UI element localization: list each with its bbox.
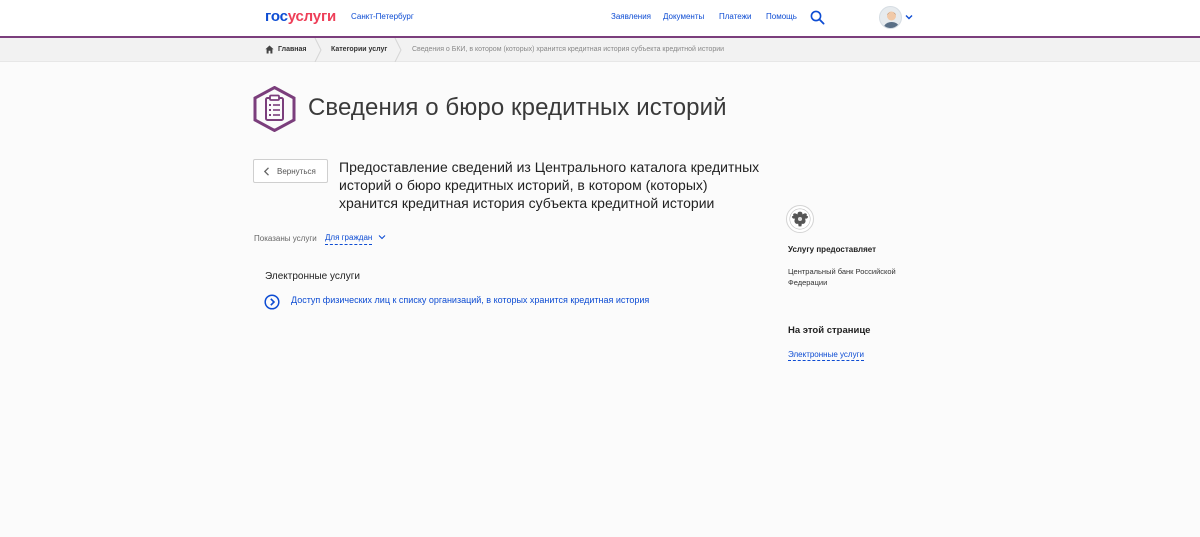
audience-selector[interactable]: Для граждан xyxy=(325,233,373,245)
emblem-icon xyxy=(786,205,814,233)
clipboard-icon xyxy=(253,86,296,132)
logo-uslugi: услуги xyxy=(287,8,337,25)
onpage-link-electronic-services[interactable]: Электронные услуги xyxy=(788,350,864,361)
page-title: Сведения о бюро кредитных историй xyxy=(308,94,727,121)
search-icon[interactable] xyxy=(810,10,825,25)
avatar[interactable] xyxy=(879,6,902,29)
chevron-down-icon[interactable] xyxy=(905,13,913,21)
logo-gos: гос xyxy=(265,8,288,25)
arrow-circle-right-icon[interactable] xyxy=(264,294,280,310)
home-icon xyxy=(265,45,274,54)
provider-heading: Услугу предоставляет xyxy=(788,245,877,254)
audience-label: Показаны услуги xyxy=(254,234,317,243)
user-icon xyxy=(883,11,900,28)
breadcrumb-separator xyxy=(314,38,322,62)
nav-applications[interactable]: Заявления xyxy=(611,12,651,21)
provider-name: Центральный банк Российской Федерации xyxy=(788,267,896,287)
logo[interactable]: госуслуги xyxy=(265,9,336,25)
nav-payments[interactable]: Платежи xyxy=(719,12,751,21)
nav-help[interactable]: Помощь xyxy=(766,12,797,21)
breadcrumb-current: Сведения о БКИ, в котором (которых) хран… xyxy=(412,46,725,53)
breadcrumb-home[interactable]: Главная xyxy=(278,46,306,53)
chevron-left-icon xyxy=(263,167,269,176)
back-button[interactable]: Вернуться xyxy=(253,159,328,183)
section-heading: Электронные услуги xyxy=(265,271,360,282)
city-selector[interactable]: Санкт-Петербург xyxy=(351,12,414,21)
site-header: госуслуги Санкт-Петербург Заявления Доку… xyxy=(0,0,1200,36)
onpage-heading: На этой странице xyxy=(788,325,871,336)
breadcrumb-categories[interactable]: Категории услуг xyxy=(331,46,387,53)
service-title: Предоставление сведений из Центрального … xyxy=(339,159,760,211)
back-button-label: Вернуться xyxy=(277,167,316,176)
nav-documents[interactable]: Документы xyxy=(663,12,704,21)
breadcrumb: Главная Категории услуг Сведения о БКИ, … xyxy=(0,38,1200,62)
service-link[interactable]: Доступ физических лиц к списку организац… xyxy=(291,295,649,305)
chevron-down-icon[interactable] xyxy=(378,234,386,240)
breadcrumb-separator xyxy=(394,38,402,62)
